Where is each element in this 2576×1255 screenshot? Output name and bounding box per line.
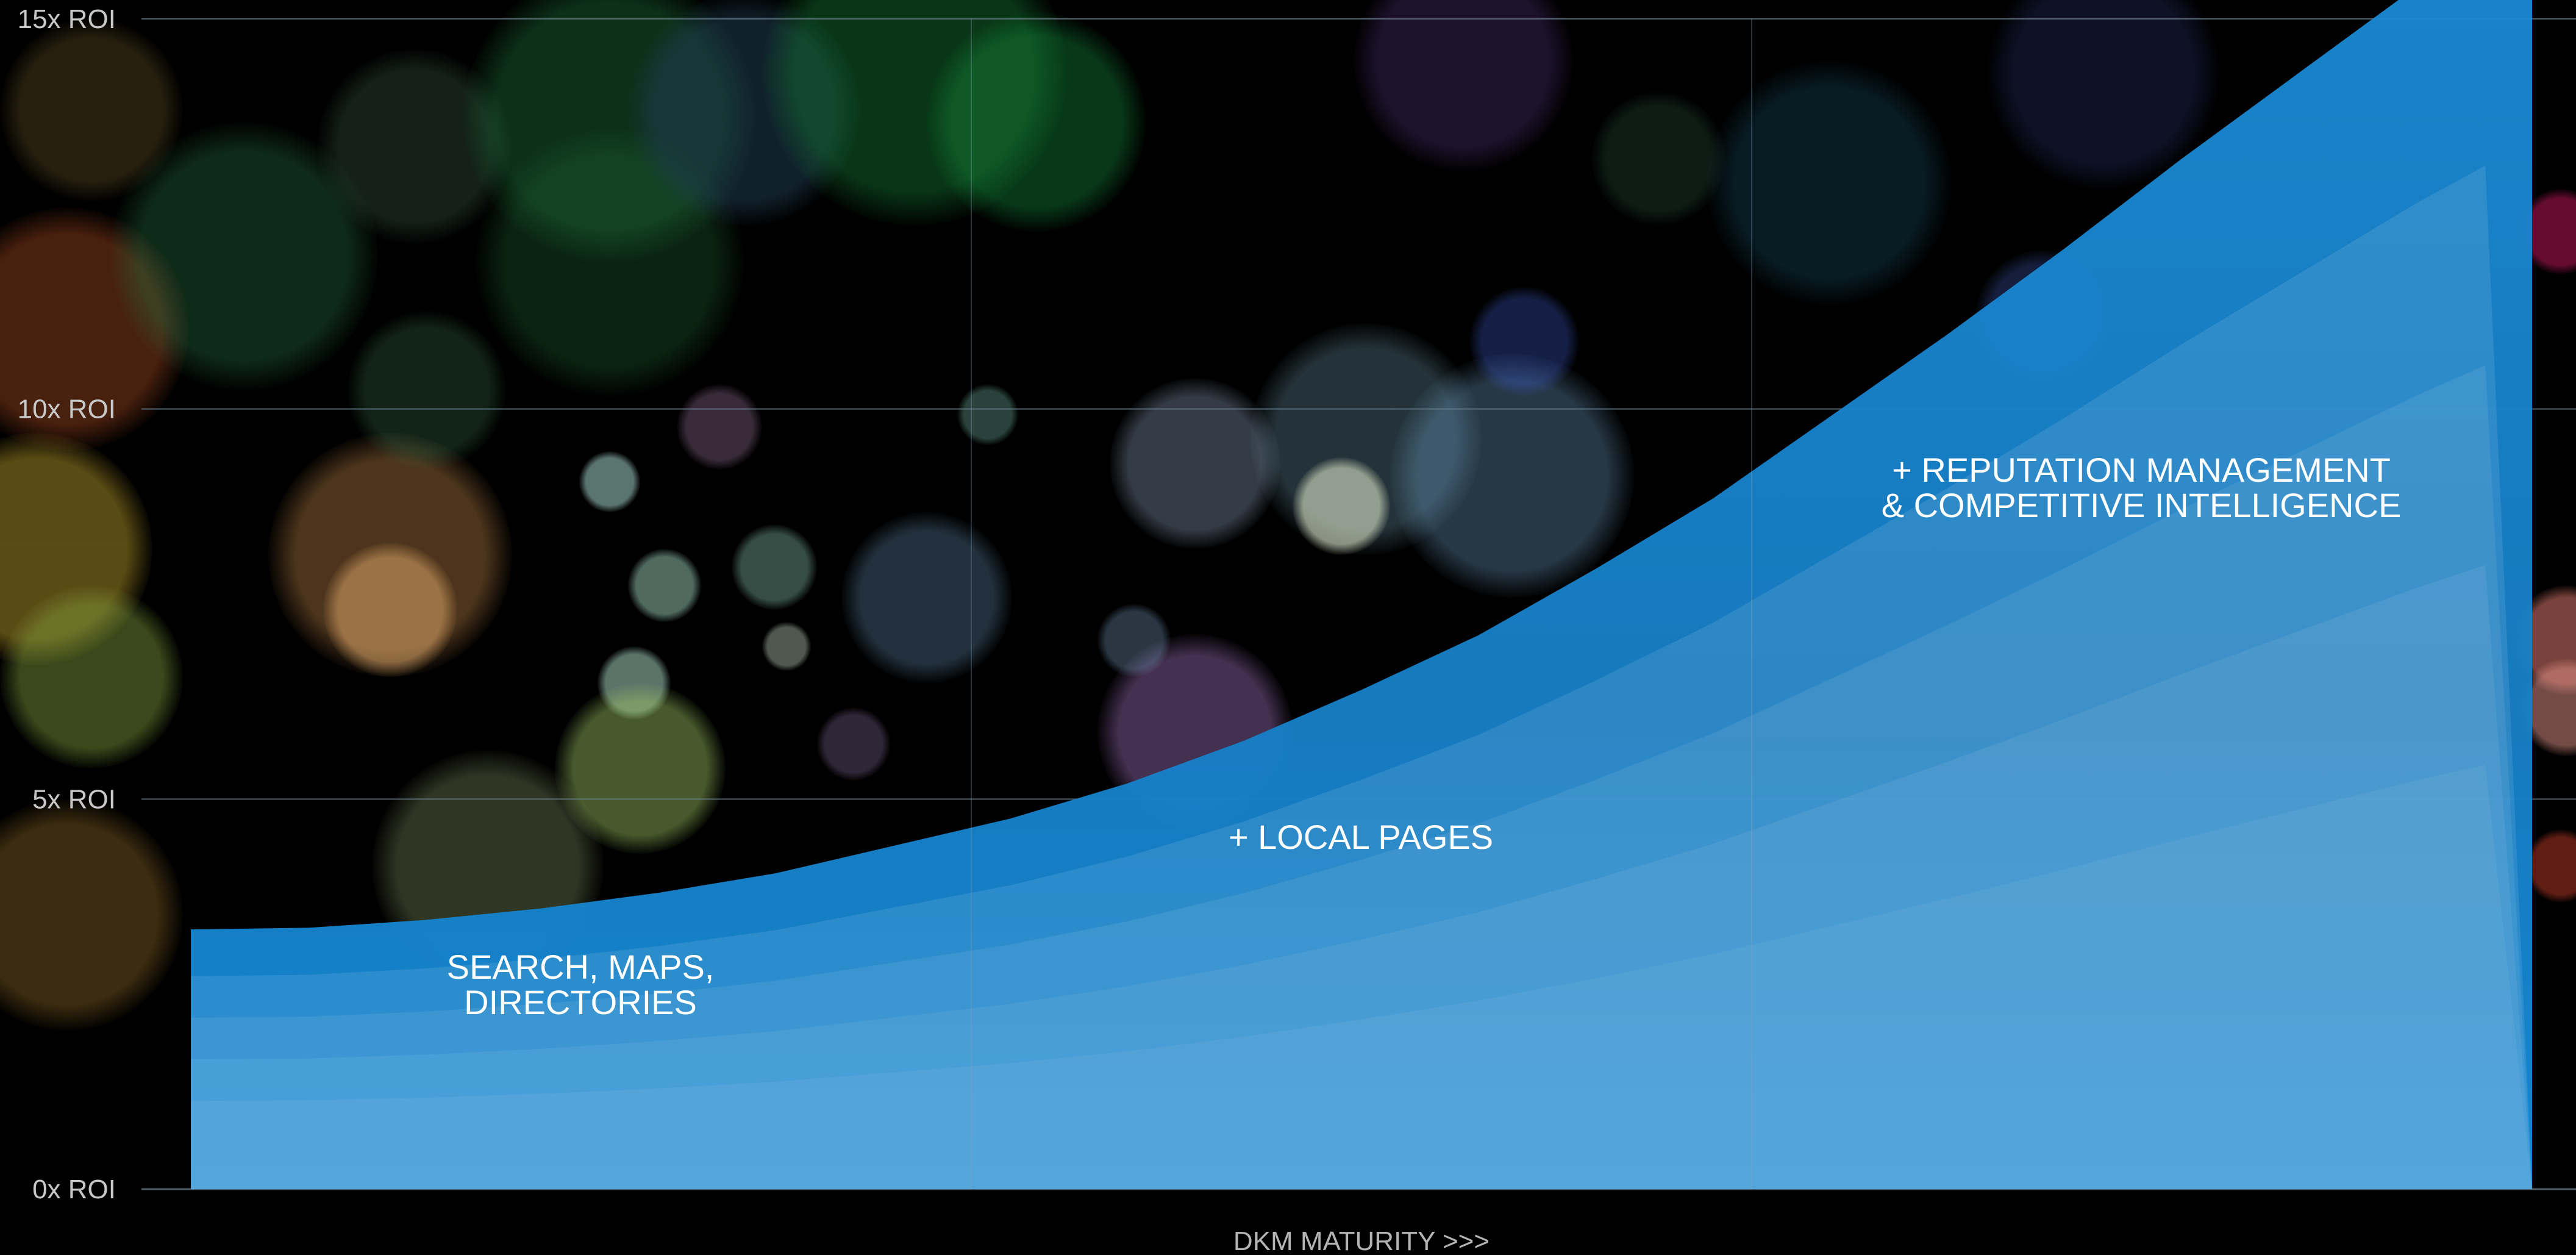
y-tick-label: 5x ROI	[32, 784, 116, 814]
stage-label-line: DIRECTORIES	[464, 983, 697, 1021]
y-tick-label: 0x ROI	[32, 1175, 116, 1204]
stage-label: + REPUTATION MANAGEMENT & COMPETITIVE INT…	[1882, 451, 2402, 524]
roi-chart: 0x ROI 5x ROI 10x ROI 15x ROI SEARCH, MAPS,…	[18, 0, 2576, 1255]
stage-label: + LOCAL PAGES	[1229, 818, 1493, 856]
x-axis-label: DKM MATURITY >>>	[1233, 1226, 1490, 1255]
chart-stage: 0x ROI 5x ROI 10x ROI 15x ROI SEARCH, MAPS,…	[0, 0, 2576, 1255]
stage-label-line: + REPUTATION MANAGEMENT	[1892, 451, 2391, 489]
y-tick-label: 10x ROI	[18, 395, 116, 424]
stage-label-line: SEARCH, MAPS,	[447, 948, 715, 986]
y-tick-label: 15x ROI	[18, 4, 116, 34]
stage-label: SEARCH, MAPS, DIRECTORIES	[447, 948, 715, 1021]
y-axis-ticks: 0x ROI 5x ROI 10x ROI 15x ROI	[18, 4, 116, 1204]
stage-label-line: & COMPETITIVE INTELLIGENCE	[1882, 486, 2402, 524]
stage-label-line: + LOCAL PAGES	[1229, 818, 1493, 856]
